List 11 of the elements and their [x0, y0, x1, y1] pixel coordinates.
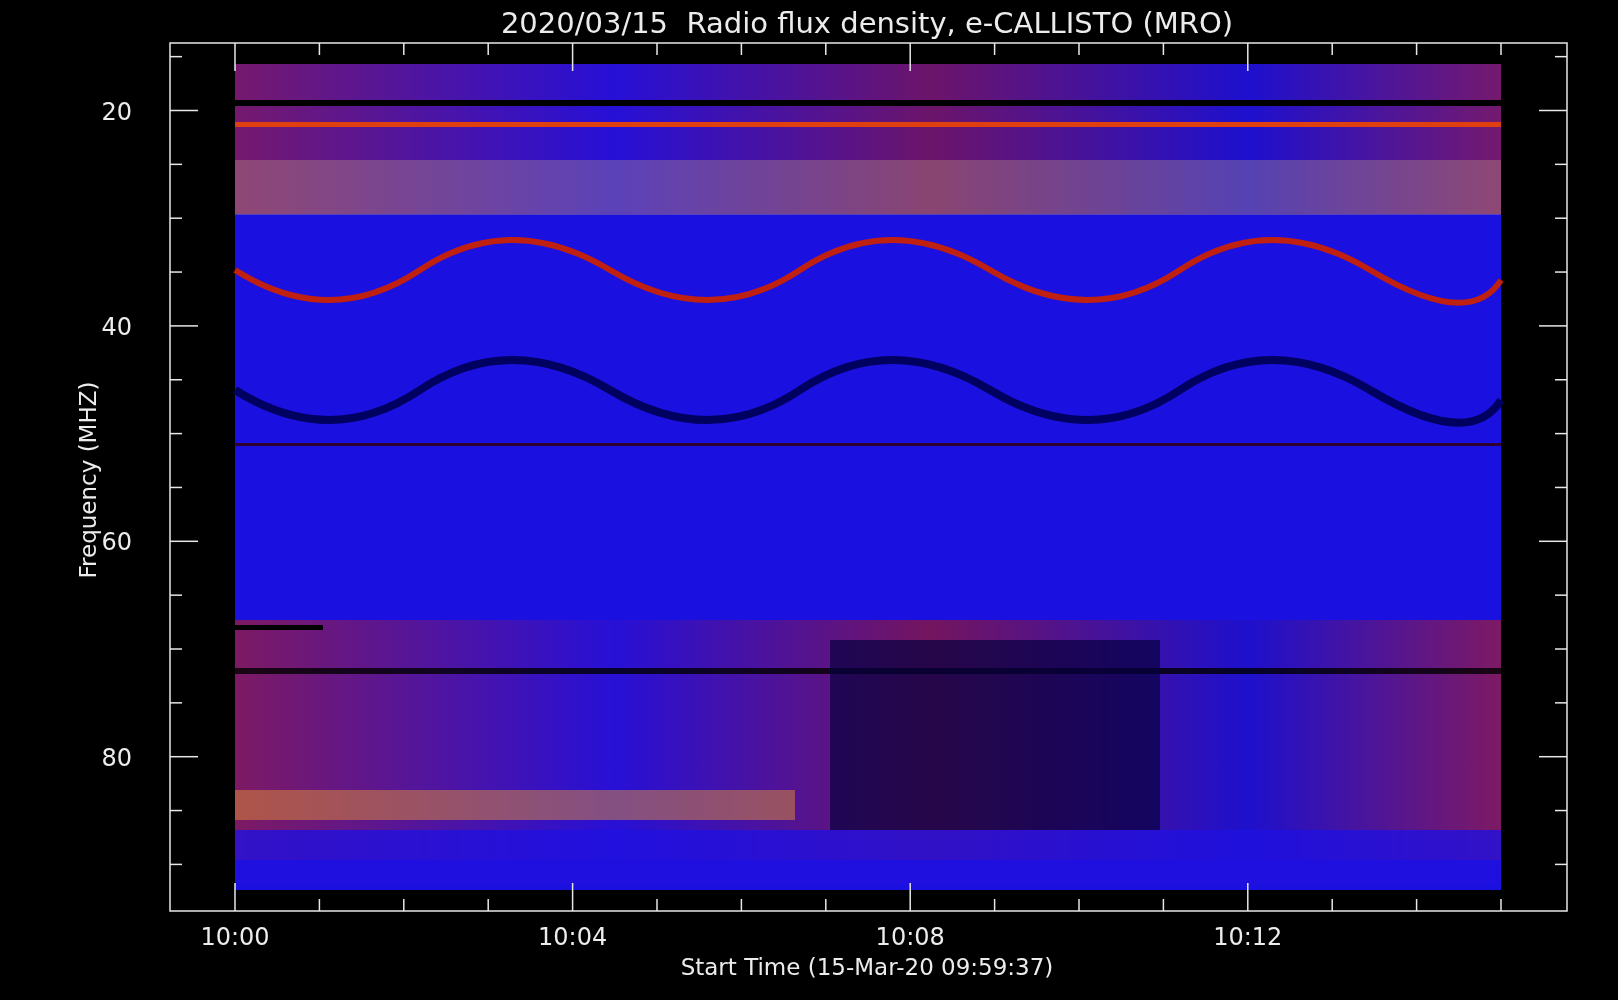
chart-title: 2020/03/15 Radio flux density, e-CALLISTO (MRO) — [500, 6, 1234, 40]
tick-label: 10:04 — [538, 923, 608, 951]
tick-label: 10:08 — [875, 923, 945, 951]
tick-label: 10:12 — [1213, 923, 1283, 951]
tick-label: 20 — [101, 97, 132, 126]
axis-label: Start Time (15-Mar-20 09:59:37) — [680, 954, 1054, 980]
tick-label: 60 — [101, 528, 132, 557]
axis-label: Frequency (MHZ) — [75, 381, 101, 579]
tick-label: 40 — [101, 312, 132, 341]
tick-label: 80 — [101, 743, 132, 772]
tick-label: 10:00 — [200, 923, 270, 951]
